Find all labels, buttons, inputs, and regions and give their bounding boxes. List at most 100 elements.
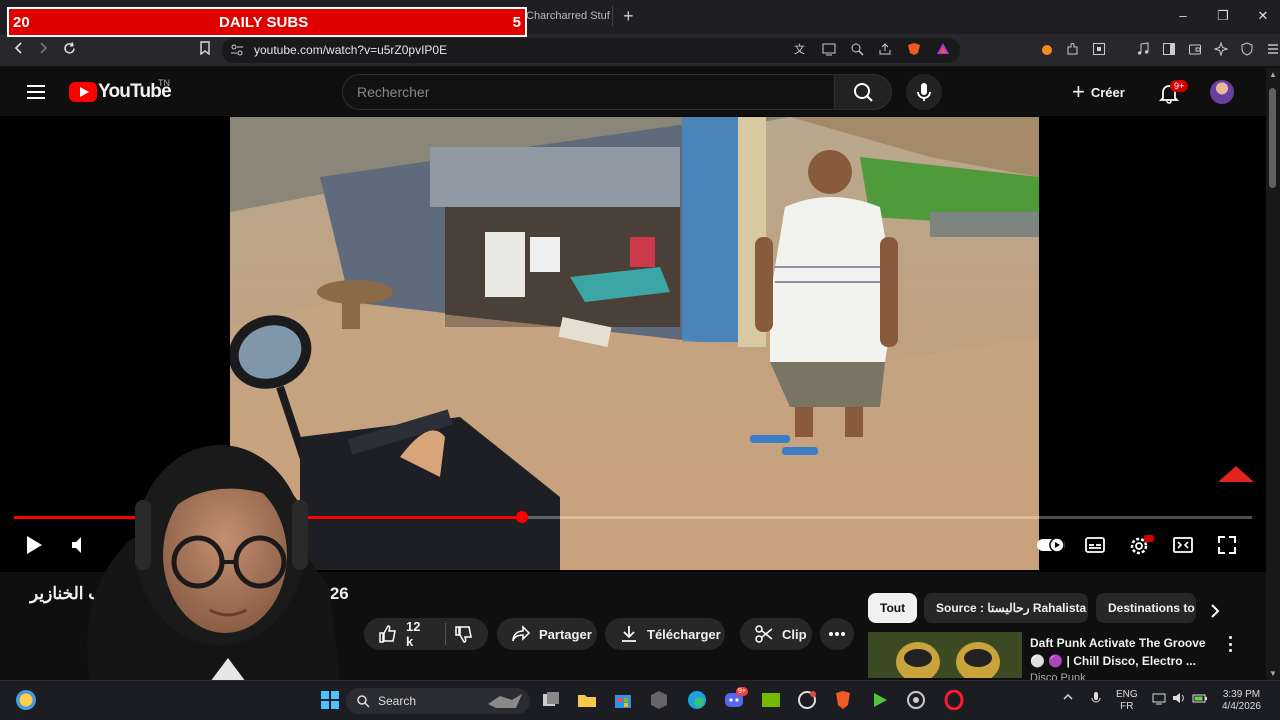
- share-arrow-icon: [512, 625, 531, 642]
- recommendation-more-icon[interactable]: [1226, 636, 1234, 652]
- language-bottom: FR: [1120, 701, 1134, 712]
- microsoft-store-icon[interactable]: [613, 690, 633, 710]
- toolbar-gap: [1118, 42, 1124, 59]
- obs-icon[interactable]: [906, 690, 926, 710]
- nvidia-icon[interactable]: [761, 690, 781, 710]
- reload-icon[interactable]: [60, 41, 78, 60]
- fullscreen-icon[interactable]: [1216, 534, 1238, 556]
- wallet-icon[interactable]: [1188, 42, 1202, 59]
- sidebar-toggle-icon[interactable]: [1162, 42, 1176, 59]
- clip-label: Clip: [782, 626, 807, 642]
- brave-browser-icon[interactable]: [833, 690, 853, 710]
- app-cube-icon[interactable]: [649, 690, 669, 710]
- share-page-icon[interactable]: [878, 42, 892, 59]
- theater-mode-icon[interactable]: [1172, 534, 1194, 556]
- chip-destinations[interactable]: Destinations to: [1096, 593, 1196, 623]
- search-input[interactable]: [357, 84, 817, 100]
- more-horizontal-icon: [829, 632, 845, 636]
- scrollbar-thumb[interactable]: [1269, 88, 1276, 188]
- microphone-icon: [917, 83, 931, 101]
- back-arrow-icon[interactable]: [10, 41, 28, 59]
- extension-icons: [1040, 41, 1280, 59]
- translate-icon[interactable]: 文: [794, 42, 808, 59]
- recommendation-title[interactable]: Daft Punk Activate The Groove ⚪ 🟣 | Chil…: [1030, 634, 1212, 670]
- extension-orange-icon[interactable]: [1040, 42, 1054, 59]
- media-music-icon[interactable]: [1136, 42, 1150, 59]
- speaker-icon[interactable]: [1172, 691, 1186, 709]
- window-controls: – ❐ ✕: [1176, 8, 1270, 24]
- chip-all[interactable]: Tout: [868, 593, 918, 623]
- download-icon: [622, 626, 636, 642]
- progress-scrubber-handle[interactable]: [515, 511, 528, 523]
- thumbnail-image: [868, 632, 1022, 678]
- forward-arrow-icon[interactable]: [34, 41, 52, 59]
- battery-icon[interactable]: [1192, 691, 1208, 709]
- edge-browser-icon[interactable]: [687, 690, 707, 710]
- subs-left-count: 20: [13, 14, 30, 31]
- task-view-icon[interactable]: [541, 690, 561, 710]
- menu-icon[interactable]: [27, 85, 45, 99]
- download-button[interactable]: Télécharger: [605, 618, 725, 650]
- avatar[interactable]: [1210, 80, 1234, 104]
- leo-ai-icon[interactable]: [1213, 41, 1229, 59]
- windows-start-icon[interactable]: [320, 690, 340, 710]
- subtitles-icon[interactable]: [1084, 534, 1106, 556]
- thumbs-down-icon[interactable]: [454, 624, 474, 644]
- clock[interactable]: 3:39 PM 4/4/2026: [1222, 689, 1261, 713]
- clock-time: 3:39 PM: [1222, 689, 1261, 700]
- streamlabs-icon[interactable]: [870, 690, 890, 710]
- input-language[interactable]: ENG FR: [1116, 689, 1138, 713]
- voice-search-button[interactable]: [906, 74, 942, 110]
- url-text[interactable]: youtube.com/watch?v=u5rZ0pvIP0E: [254, 43, 447, 57]
- new-tab-button[interactable]: +: [623, 6, 634, 27]
- browser-menu-icon[interactable]: [1266, 42, 1280, 59]
- browser-toolbar: youtube.com/watch?v=u5rZ0pvIP0E 文: [0, 34, 1280, 67]
- extensions-puzzle-icon[interactable]: [1066, 42, 1080, 59]
- maximize-button[interactable]: ❐: [1216, 8, 1230, 24]
- youtube-logo-icon[interactable]: [69, 82, 97, 102]
- more-actions-button[interactable]: [820, 618, 854, 650]
- taskbar-search-label: Search: [378, 694, 417, 708]
- like-divider: [445, 623, 446, 645]
- settings-gear-icon[interactable]: [1128, 534, 1154, 556]
- screenshot-extension-icon[interactable]: [1092, 42, 1106, 59]
- search-button[interactable]: [834, 74, 892, 110]
- browser-tab-title[interactable]: Charcharred Stuffed P: [526, 10, 610, 22]
- country-code: TN: [158, 78, 170, 88]
- clip-button[interactable]: Clip: [740, 618, 812, 650]
- zoom-icon[interactable]: [850, 42, 864, 59]
- tray-overflow-chevron-icon[interactable]: [1062, 691, 1074, 707]
- taskbar-search[interactable]: Search: [346, 688, 530, 714]
- minimize-button[interactable]: –: [1176, 8, 1190, 24]
- weather-widget-icon[interactable]: [16, 690, 36, 710]
- scroll-down-arrow-icon[interactable]: ▼: [1269, 669, 1277, 678]
- chip-source[interactable]: Source : رحاليستا Rahalista: [924, 593, 1088, 623]
- chatgpt-icon[interactable]: [797, 690, 817, 710]
- like-count[interactable]: 12 k: [406, 619, 431, 649]
- reader-mode-icon[interactable]: [822, 42, 836, 59]
- vpn-shield-icon[interactable]: [1240, 42, 1254, 59]
- create-label: Créer: [1090, 84, 1125, 100]
- chevron-right-icon[interactable]: [1206, 600, 1224, 622]
- subs-right-count: 5: [512, 14, 521, 31]
- file-explorer-icon[interactable]: [577, 690, 597, 710]
- daily-subs-overlay: 20 DAILY SUBS 5: [7, 7, 527, 37]
- brave-rewards-icon[interactable]: [936, 42, 950, 59]
- brave-shields-icon[interactable]: [906, 42, 922, 59]
- subs-title: DAILY SUBS: [219, 14, 309, 31]
- create-button[interactable]: + Créer: [1066, 74, 1140, 110]
- close-window-button[interactable]: ✕: [1256, 8, 1270, 24]
- autoplay-toggle-icon[interactable]: [1036, 534, 1066, 556]
- clock-date: 4/4/2026: [1222, 701, 1261, 712]
- site-settings-icon[interactable]: [230, 43, 244, 57]
- thumbs-up-icon[interactable]: [378, 624, 398, 644]
- bookmark-icon[interactable]: [196, 41, 214, 59]
- network-icon[interactable]: [1152, 691, 1166, 709]
- opera-icon[interactable]: [944, 690, 964, 710]
- tray-microphone-icon[interactable]: [1090, 691, 1102, 709]
- share-button[interactable]: Partager: [497, 618, 597, 650]
- address-bar[interactable]: youtube.com/watch?v=u5rZ0pvIP0E 文: [222, 38, 960, 63]
- page-scrollbar[interactable]: ▲ ▼: [1266, 68, 1280, 680]
- recommendation-thumbnail[interactable]: [868, 632, 1022, 678]
- scroll-up-arrow-icon[interactable]: ▲: [1269, 70, 1277, 79]
